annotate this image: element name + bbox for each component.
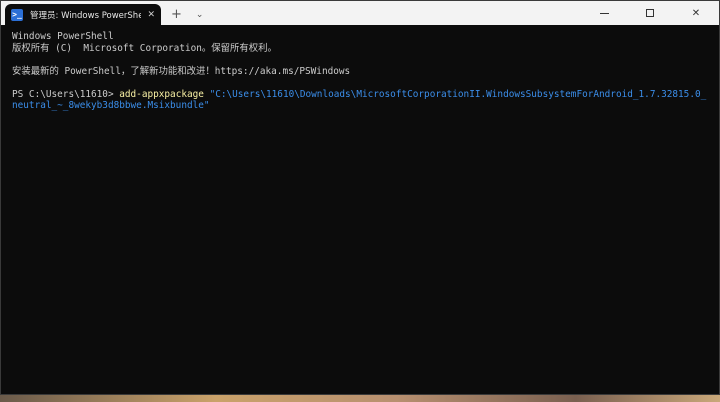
dropdown-chevron-icon[interactable]: ⌄ [196,4,204,25]
tab-powershell[interactable]: >_ 管理员: Windows PowerShell ✕ [5,4,161,25]
tab-title: 管理员: Windows PowerShell [30,10,142,21]
window-controls: ✕ [581,1,719,25]
maximize-icon [646,9,654,17]
close-button[interactable]: ✕ [673,1,719,25]
terminal-window: >_ 管理员: Windows PowerShell ✕ + ⌄ ✕ Windo… [0,0,720,395]
close-icon: ✕ [691,7,701,19]
powershell-icon: >_ [11,8,23,21]
tab-close-icon[interactable]: ✕ [147,10,155,20]
command-line[interactable]: PS C:\Users\11610> add-appxpackage "C:\U… [12,89,708,112]
new-tab-button[interactable]: + [171,4,182,25]
command-text: add-appxpackage [119,88,204,100]
terminal-line-copyright: 版权所有 (C) Microsoft Corporation。保留所有权利。 [12,42,277,54]
terminal-line-header: Windows PowerShell [12,31,114,42]
minimize-button[interactable] [581,1,627,25]
desktop: >_ 管理员: Windows PowerShell ✕ + ⌄ ✕ Windo… [0,0,720,402]
title-bar[interactable]: >_ 管理员: Windows PowerShell ✕ + ⌄ ✕ [1,1,719,25]
prompt: PS C:\Users\11610> [12,88,120,100]
terminal-output[interactable]: Windows PowerShell 版权所有 (C) Microsoft Co… [1,25,719,118]
terminal-line-update-notice: 安装最新的 PowerShell，了解新功能和改进！https://aka.ms… [12,65,351,77]
maximize-button[interactable] [627,1,673,25]
minimize-icon [599,12,609,14]
